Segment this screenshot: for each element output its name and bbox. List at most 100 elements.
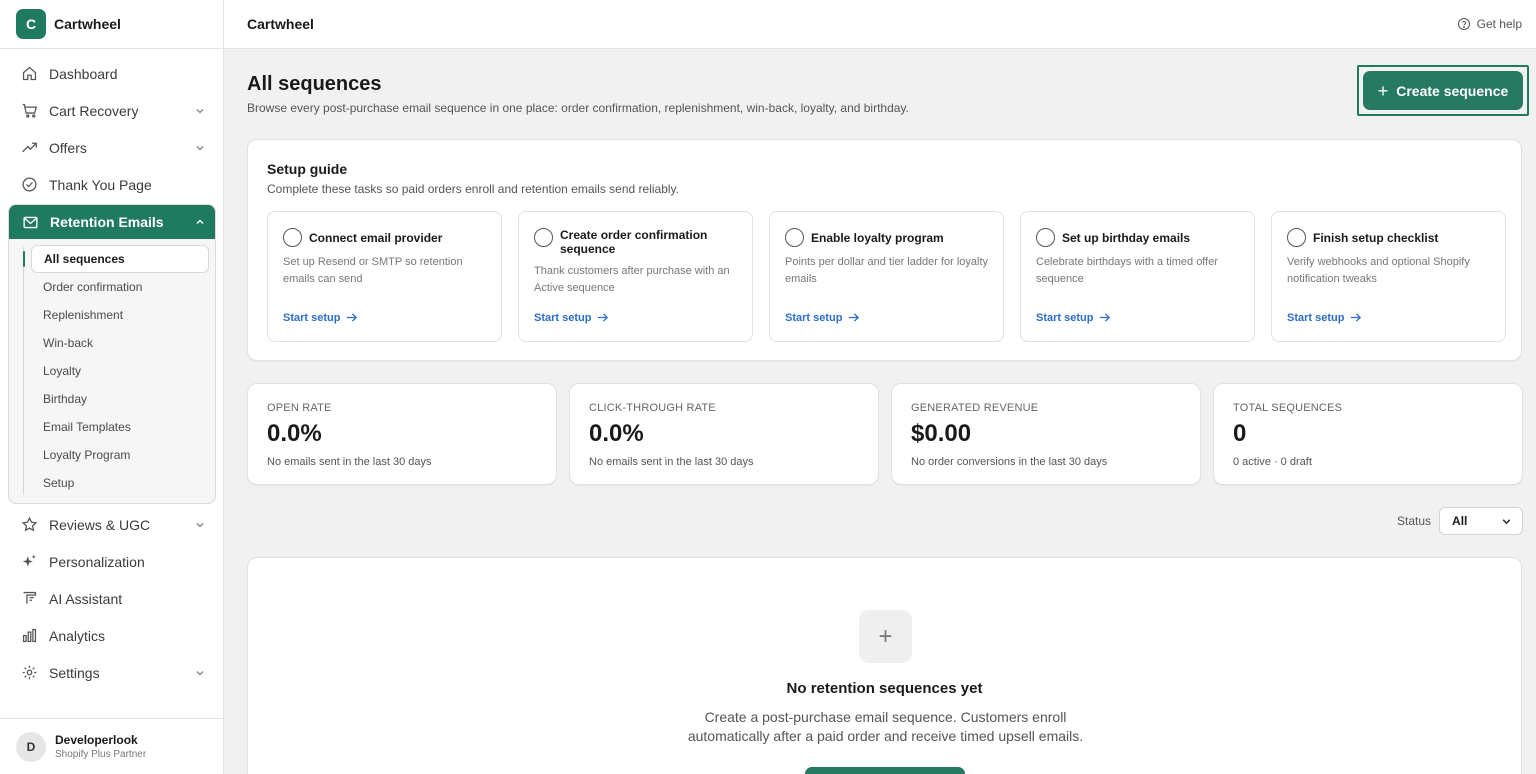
gear-icon: [20, 664, 38, 682]
arrow-right-icon: [347, 313, 358, 322]
nav-item-analytics[interactable]: Analytics: [0, 617, 223, 654]
sub-item-all-sequences[interactable]: All sequences: [23, 245, 209, 273]
nav-label: Dashboard: [49, 65, 118, 82]
sub-item-order-confirmation[interactable]: Order confirmation: [31, 273, 209, 301]
sub-item-win-back[interactable]: Win-back: [31, 329, 209, 357]
task-checkbox[interactable]: [1287, 228, 1306, 247]
retention-group: Retention Emails All sequences Order con…: [8, 204, 216, 504]
stat-value: 0.0%: [267, 420, 322, 447]
page-subtitle: Browse every post-purchase email sequenc…: [247, 101, 909, 115]
nav-item-dashboard[interactable]: Dashboard: [0, 55, 223, 92]
stat-value: 0.0%: [589, 420, 644, 447]
chevron-up-icon: [195, 217, 205, 227]
arrow-right-icon: [849, 313, 860, 322]
task-checkbox[interactable]: [534, 228, 553, 247]
nav-label: Reviews & UGC: [49, 516, 151, 533]
create-button-focus-ring: + Create sequence: [1357, 65, 1529, 116]
task-description: Set up Resend or SMTP so retention email…: [283, 256, 463, 285]
sub-item-replenishment[interactable]: Replenishment: [31, 301, 209, 329]
nav-label: Retention Emails: [50, 214, 164, 230]
start-setup-link[interactable]: Start setup: [1036, 311, 1111, 324]
plus-icon: +: [859, 610, 912, 663]
nav-item-personalization[interactable]: Personalization: [0, 543, 223, 580]
nav-item-settings[interactable]: Settings: [0, 654, 223, 691]
task-description: Thank customers after purchase with an A…: [534, 265, 730, 294]
chevron-down-icon: [195, 520, 205, 530]
sub-item-loyalty[interactable]: Loyalty: [31, 357, 209, 385]
trending-up-icon: [20, 139, 38, 157]
stat-label: TOTAL SEQUENCES: [1233, 402, 1343, 414]
brand-name: Cartwheel: [54, 16, 121, 32]
empty-state-text: Create a post-purchase email sequence. C…: [687, 709, 1084, 744]
stats-row: OPEN RATE 0.0% No emails sent in the las…: [247, 383, 1523, 485]
stat-note: No emails sent in the last 30 days: [589, 456, 754, 468]
setup-task: Set up birthday emails Celebrate birthda…: [1020, 211, 1255, 342]
topbar: Cartwheel Get help: [224, 0, 1536, 49]
create-sequence-label: Create sequence: [1396, 82, 1509, 99]
task-title: Create order confirmation sequence: [560, 228, 708, 256]
check-circle-icon: [20, 176, 38, 194]
chevron-down-icon: [195, 106, 205, 116]
task-checkbox[interactable]: [1036, 228, 1055, 247]
sub-item-birthday[interactable]: Birthday: [31, 385, 209, 413]
stat-value: 0: [1233, 420, 1247, 447]
chevron-down-icon: [195, 668, 205, 678]
stat-value: $0.00: [911, 420, 972, 447]
arrow-right-icon: [1351, 313, 1362, 322]
start-setup-link[interactable]: Start setup: [534, 311, 609, 324]
main-content: All sequences Browse every post-purchase…: [224, 49, 1536, 774]
stat-card-open-rate: OPEN RATE 0.0% No emails sent in the las…: [247, 383, 557, 485]
stat-label: OPEN RATE: [267, 402, 332, 414]
setup-task: Finish setup checklist Verify webhooks a…: [1271, 211, 1506, 342]
task-checkbox[interactable]: [283, 228, 302, 247]
cart-icon: [20, 102, 38, 120]
setup-task: Create order confirmation sequence Thank…: [518, 211, 753, 342]
start-setup-link[interactable]: Start setup: [283, 311, 358, 324]
status-select-value: All: [1452, 514, 1468, 528]
setup-guide-subtitle: Complete these tasks so paid orders enro…: [267, 182, 679, 196]
setup-task: Connect email provider Set up Resend or …: [267, 211, 502, 342]
nav-item-offers[interactable]: Offers: [0, 129, 223, 166]
nav-item-cart-recovery[interactable]: Cart Recovery: [0, 92, 223, 129]
status-filter: Status All: [1397, 507, 1524, 535]
create-sequence-button[interactable]: + Create sequence: [1363, 71, 1523, 110]
sub-item-loyalty-program[interactable]: Loyalty Program: [31, 441, 209, 469]
stat-note: No order conversions in the last 30 days: [911, 456, 1108, 468]
page-title: All sequences: [247, 73, 382, 95]
avatar: D: [16, 731, 46, 762]
nav-item-thank-you[interactable]: Thank You Page: [0, 166, 223, 203]
status-select[interactable]: All: [1439, 507, 1524, 535]
assistant-icon: [20, 590, 38, 608]
nav-item-retention-emails[interactable]: Retention Emails: [9, 205, 215, 239]
start-setup-link[interactable]: Start setup: [785, 311, 860, 324]
empty-state-create-button[interactable]: [805, 767, 965, 774]
task-description: Celebrate birthdays with a timed offer s…: [1036, 256, 1218, 285]
stat-card-generated-revenue: GENERATED REVENUE $0.00 No order convers…: [891, 383, 1201, 485]
setup-guide-card: Setup guide Complete these tasks so paid…: [247, 139, 1522, 361]
stat-label: CLICK-THROUGH RATE: [589, 402, 716, 414]
bar-chart-icon: [20, 627, 38, 645]
brand-logo: C: [16, 9, 46, 39]
brand-header[interactable]: C Cartwheel: [0, 0, 223, 49]
stat-card-total-sequences: TOTAL SEQUENCES 0 0 active · 0 draft: [1213, 383, 1523, 485]
nav-label: Settings: [49, 664, 100, 681]
sub-item-setup[interactable]: Setup: [31, 469, 209, 497]
help-icon: [1457, 17, 1470, 31]
plus-icon: +: [1377, 80, 1389, 101]
status-filter-label: Status: [1397, 514, 1432, 528]
arrow-right-icon: [1100, 313, 1111, 322]
sparkle-icon: [20, 553, 38, 571]
user-account[interactable]: D Developerlook Shopify Plus Partner: [0, 718, 223, 774]
nav-item-ai-assistant[interactable]: AI Assistant: [0, 580, 223, 617]
main-nav: Dashboard Cart Recovery Offers Thank You…: [0, 49, 223, 691]
task-description: Verify webhooks and optional Shopify not…: [1287, 256, 1470, 285]
task-checkbox[interactable]: [785, 228, 804, 247]
nav-label: Analytics: [49, 627, 106, 644]
nav-item-reviews[interactable]: Reviews & UGC: [0, 506, 223, 543]
stat-label: GENERATED REVENUE: [911, 402, 1039, 414]
get-help-link[interactable]: Get help: [1457, 17, 1522, 31]
topbar-title: Cartwheel: [247, 16, 314, 32]
sub-item-email-templates[interactable]: Email Templates: [31, 413, 209, 441]
arrow-right-icon: [598, 313, 609, 322]
start-setup-link[interactable]: Start setup: [1287, 311, 1362, 324]
